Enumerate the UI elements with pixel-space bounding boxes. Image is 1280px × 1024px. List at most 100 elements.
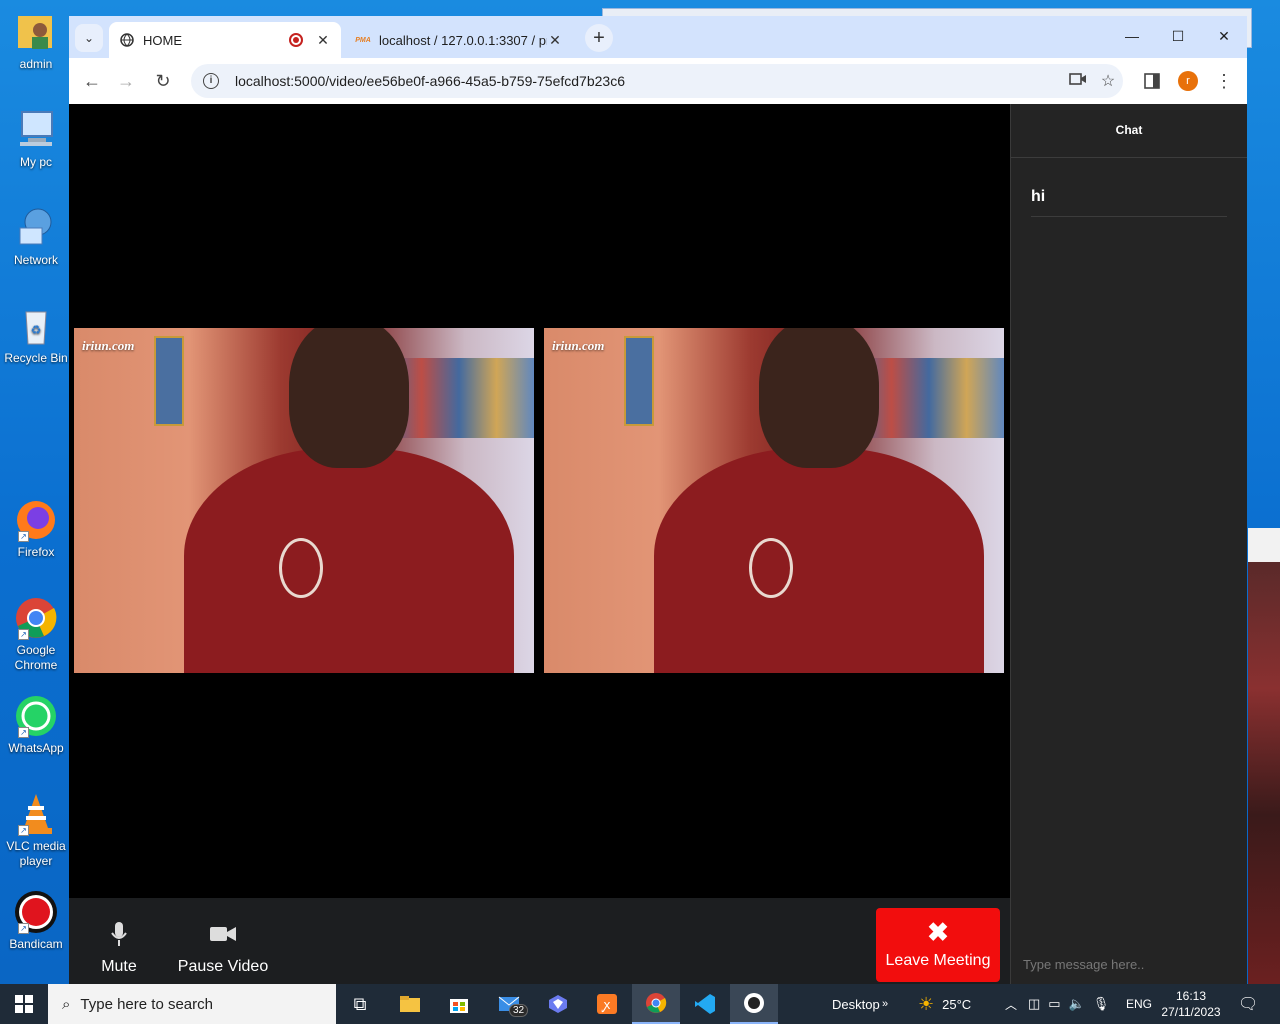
new-tab-button[interactable]: +	[585, 24, 613, 52]
taskbar-search-box[interactable]: ⌕ Type here to search	[48, 984, 336, 1024]
url-text: localhost:5000/video/ee56be0f-a966-45a5-…	[235, 73, 625, 89]
desktop-icon-label: My pc	[19, 155, 52, 169]
firefox-icon: ↗	[14, 498, 58, 542]
svg-text:ꭙ: ꭙ	[602, 998, 611, 1013]
mail-icon[interactable]: 32	[485, 984, 533, 1024]
side-panel-icon[interactable]	[1137, 66, 1167, 96]
svg-text:♻: ♻	[31, 323, 42, 337]
desktop-icon-label: admin	[19, 57, 53, 71]
chrome-taskbar-icon[interactable]	[632, 984, 680, 1024]
chevron-right-icon[interactable]: »	[882, 984, 888, 1024]
chrome-icon: ↗	[14, 596, 58, 640]
tab-phpmyadmin[interactable]: PMA localhost / 127.0.0.1:3307 / pra ✕	[345, 22, 573, 58]
person-head	[759, 328, 879, 468]
camera-tray-icon: ◫	[1028, 996, 1041, 1011]
mail-badge: 32	[509, 1004, 529, 1017]
desktop-icon-label: Bandicam	[9, 937, 63, 951]
close-window-icon[interactable]: ✕	[1201, 16, 1247, 56]
desktop-icon-firefox[interactable]: ↗ Firefox	[4, 498, 68, 560]
site-info-icon[interactable]: i	[203, 73, 219, 89]
bandicam-record-icon: ↗	[14, 890, 58, 934]
tab-home[interactable]: HOME ✕	[109, 22, 341, 58]
video-camera-icon	[177, 918, 269, 950]
desktop-toolbar-label[interactable]: Desktop	[832, 984, 880, 1024]
search-placeholder: Type here to search	[80, 995, 213, 1013]
profile-avatar[interactable]: r	[1178, 71, 1198, 91]
video-grid: iriun.com iriun.com Mute Pause Video ✖ L…	[69, 104, 1010, 984]
microphone-icon	[99, 918, 139, 950]
clock-time: 16:13	[1175, 989, 1207, 1003]
browser-toolbar: ← → ↻ i localhost:5000/video/ee56be0f-a9…	[69, 58, 1247, 104]
desktop-icon-label: Google Chrome	[14, 643, 58, 672]
pause-video-button[interactable]: Pause Video	[177, 918, 269, 976]
minimize-icon[interactable]: —	[1109, 16, 1155, 56]
weather-widget[interactable]: ☀ 25°C	[918, 984, 971, 1024]
chevron-up-icon[interactable]: ︿	[1005, 984, 1017, 1024]
mute-button[interactable]: Mute	[99, 918, 139, 976]
desktop-icon-vlc[interactable]: ↗ VLC media player	[4, 792, 68, 869]
microphone-tray-icon: 🎙	[1092, 996, 1110, 1011]
obs-camera-icon[interactable]	[730, 984, 778, 1024]
tab-title: localhost / 127.0.0.1:3307 / pra	[379, 32, 547, 48]
video-watermark: iriun.com	[552, 338, 605, 353]
reload-icon[interactable]: ↻	[148, 66, 178, 96]
maximize-icon[interactable]: ☐	[1155, 16, 1201, 56]
desktop-icon-label: VLC media player	[6, 839, 66, 868]
vscode-icon[interactable]	[681, 984, 729, 1024]
file-explorer-icon[interactable]	[386, 984, 434, 1024]
back-arrow-icon[interactable]: ←	[77, 66, 107, 96]
desktop-icon-label: Network	[13, 253, 58, 267]
network-globe-icon	[14, 206, 58, 250]
phpmyadmin-icon: PMA	[355, 36, 371, 44]
system-tray-icons[interactable]: ◫ ▭ 🔈 🎙	[1028, 984, 1109, 1024]
wall-frame	[154, 336, 184, 426]
volume-muted-icon: 🔈	[1068, 996, 1085, 1011]
wall-frame	[624, 336, 654, 426]
xampp-icon[interactable]: ꭙ	[583, 984, 631, 1024]
close-tab-icon[interactable]: ✕	[547, 32, 563, 49]
desktop-icon-admin[interactable]: admin	[4, 10, 68, 72]
background-video-window	[1248, 528, 1280, 984]
desktop-icon-bandicam[interactable]: ↗ Bandicam	[4, 890, 68, 952]
leave-meeting-label: Leave Meeting	[885, 952, 991, 969]
meeting-page: iriun.com iriun.com Mute Pause Video ✖ L…	[69, 104, 1248, 984]
language-indicator[interactable]: ENG	[1126, 984, 1152, 1024]
forward-arrow-icon[interactable]: →	[111, 66, 141, 96]
recording-indicator-icon	[289, 33, 303, 47]
video-tile-remote: iriun.com	[544, 328, 1004, 673]
desktop-icon-my-pc[interactable]: My pc	[4, 108, 68, 170]
desktop-icon-label: Recycle Bin	[4, 351, 68, 365]
network-tray-icon: ▭	[1048, 996, 1061, 1011]
microsoft-store-icon[interactable]	[435, 984, 483, 1024]
person-shirt	[654, 448, 984, 673]
shirt-logo	[279, 538, 323, 598]
desktop-icon-network[interactable]: Network	[4, 206, 68, 268]
tab-search-dropdown-icon[interactable]: ⌄	[75, 24, 103, 52]
globe-icon	[119, 32, 135, 48]
copilot-icon[interactable]	[534, 984, 582, 1024]
bookmark-star-icon[interactable]: ☆	[1093, 71, 1123, 91]
person-head	[289, 328, 409, 468]
video-tile-local: iriun.com	[74, 328, 534, 673]
desktop-icon-google-chrome[interactable]: ↗ Google Chrome	[4, 596, 68, 673]
desktop-icon-recycle-bin[interactable]: ♻ Recycle Bin	[4, 304, 68, 366]
browser-window: ⌄ HOME ✕ PMA localhost / 127.0.0.1:3307 …	[69, 16, 1248, 984]
sun-haze-icon: ☀	[918, 993, 935, 1014]
person-shirt	[184, 448, 514, 673]
leave-meeting-button[interactable]: ✖ Leave Meeting	[876, 908, 1000, 982]
chat-message-input[interactable]	[1011, 944, 1248, 984]
shirt-logo	[749, 538, 793, 598]
desktop-icon-label: Firefox	[17, 545, 55, 559]
user-folder-icon	[14, 10, 58, 54]
camera-in-use-icon[interactable]	[1063, 72, 1093, 91]
kebab-menu-icon[interactable]: ⋮	[1209, 66, 1239, 96]
notifications-icon[interactable]: 🗨	[1238, 984, 1258, 1024]
task-view-icon[interactable]: ⧉	[336, 984, 384, 1024]
windows-start-icon[interactable]	[0, 984, 48, 1024]
clock[interactable]: 16:13 27/11/2023	[1158, 988, 1224, 1020]
chat-panel: Chat hi	[1010, 104, 1248, 984]
close-tab-icon[interactable]: ✕	[315, 32, 331, 49]
desktop-icon-whatsapp[interactable]: ↗ WhatsApp	[4, 694, 68, 756]
address-bar[interactable]: i localhost:5000/video/ee56be0f-a966-45a…	[191, 64, 1123, 98]
weather-temp: 25°C	[942, 996, 972, 1012]
